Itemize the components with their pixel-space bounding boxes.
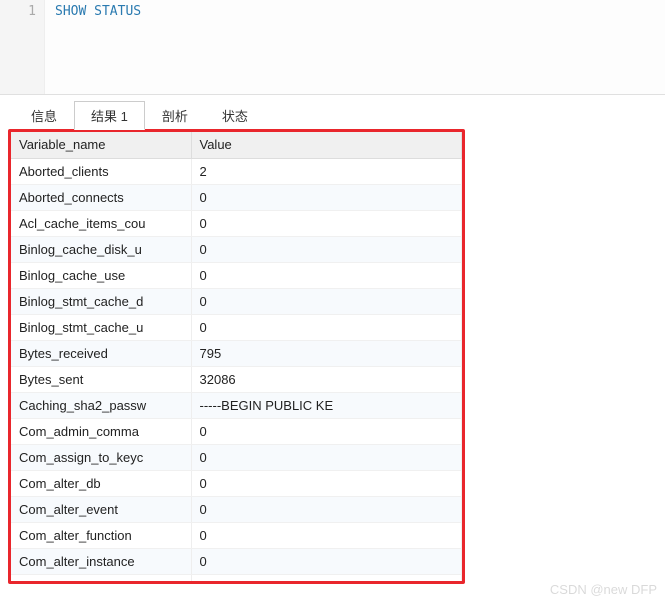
table-row[interactable]: Binlog_cache_use0 [11,262,462,288]
table-row[interactable]: Acl_cache_items_cou0 [11,210,462,236]
table-row[interactable]: Com_alter_procedur0 [11,574,462,584]
cell-value[interactable]: -----BEGIN PUBLIC KE [191,392,462,418]
cell-value[interactable]: 32086 [191,366,462,392]
cell-variable[interactable]: Com_alter_function [11,522,191,548]
table-row[interactable]: Com_alter_event0 [11,496,462,522]
table-row[interactable]: Aborted_connects0 [11,184,462,210]
cell-variable[interactable]: Com_alter_procedur [11,574,191,584]
cell-variable[interactable]: Aborted_clients [11,158,191,184]
tab-info[interactable]: 信息 [14,101,74,130]
table-row[interactable]: Com_assign_to_keyc0 [11,444,462,470]
table-row[interactable]: Bytes_received795 [11,340,462,366]
cell-variable[interactable]: Com_admin_comma [11,418,191,444]
cell-value[interactable]: 0 [191,314,462,340]
cell-variable[interactable]: Com_alter_event [11,496,191,522]
cell-variable[interactable]: Com_assign_to_keyc [11,444,191,470]
tab-result[interactable]: 结果 1 [74,101,145,130]
cell-value[interactable]: 0 [191,548,462,574]
cell-variable[interactable]: Binlog_cache_use [11,262,191,288]
cell-value[interactable]: 0 [191,210,462,236]
cell-value[interactable]: 0 [191,418,462,444]
table-row[interactable]: Com_alter_instance0 [11,548,462,574]
cell-value[interactable]: 0 [191,184,462,210]
cell-value[interactable]: 0 [191,262,462,288]
watermark: CSDN @new DFP [550,582,657,597]
table-row[interactable]: Binlog_cache_disk_u0 [11,236,462,262]
cell-value[interactable]: 0 [191,496,462,522]
result-tabs: 信息 结果 1 剖析 状态 [0,101,665,129]
cell-variable[interactable]: Binlog_stmt_cache_u [11,314,191,340]
header-value[interactable]: Value [191,132,462,158]
cell-value[interactable]: 0 [191,236,462,262]
table-row[interactable]: Binlog_stmt_cache_u0 [11,314,462,340]
cell-variable[interactable]: Binlog_cache_disk_u [11,236,191,262]
cell-variable[interactable]: Binlog_stmt_cache_d [11,288,191,314]
line-gutter: 1 [0,0,45,94]
table-row[interactable]: Caching_sha2_passw-----BEGIN PUBLIC KE [11,392,462,418]
cell-variable[interactable]: Bytes_sent [11,366,191,392]
cell-variable[interactable]: Acl_cache_items_cou [11,210,191,236]
results-table[interactable]: Variable_name Value Aborted_clients2Abor… [11,132,462,584]
cell-variable[interactable]: Bytes_received [11,340,191,366]
cell-variable[interactable]: Com_alter_instance [11,548,191,574]
sql-code[interactable]: SHOW STATUS [45,0,151,94]
table-row[interactable]: Aborted_clients2 [11,158,462,184]
cell-value[interactable]: 2 [191,158,462,184]
cell-value[interactable]: 0 [191,288,462,314]
cell-value[interactable]: 795 [191,340,462,366]
line-number: 1 [28,4,36,19]
table-row[interactable]: Binlog_stmt_cache_d0 [11,288,462,314]
results-panel: Variable_name Value Aborted_clients2Abor… [8,129,465,584]
cell-variable[interactable]: Caching_sha2_passw [11,392,191,418]
cell-variable[interactable]: Com_alter_db [11,470,191,496]
cell-value[interactable]: 0 [191,470,462,496]
cell-value[interactable]: 0 [191,574,462,584]
cell-value[interactable]: 0 [191,522,462,548]
table-row[interactable]: Com_admin_comma0 [11,418,462,444]
tab-status[interactable]: 状态 [205,101,265,130]
cell-variable[interactable]: Aborted_connects [11,184,191,210]
header-variable[interactable]: Variable_name [11,132,191,158]
tab-profile[interactable]: 剖析 [145,101,205,130]
table-row[interactable]: Com_alter_function0 [11,522,462,548]
sql-editor[interactable]: 1 SHOW STATUS [0,0,665,95]
table-row[interactable]: Bytes_sent32086 [11,366,462,392]
cell-value[interactable]: 0 [191,444,462,470]
table-row[interactable]: Com_alter_db0 [11,470,462,496]
table-header-row: Variable_name Value [11,132,462,158]
